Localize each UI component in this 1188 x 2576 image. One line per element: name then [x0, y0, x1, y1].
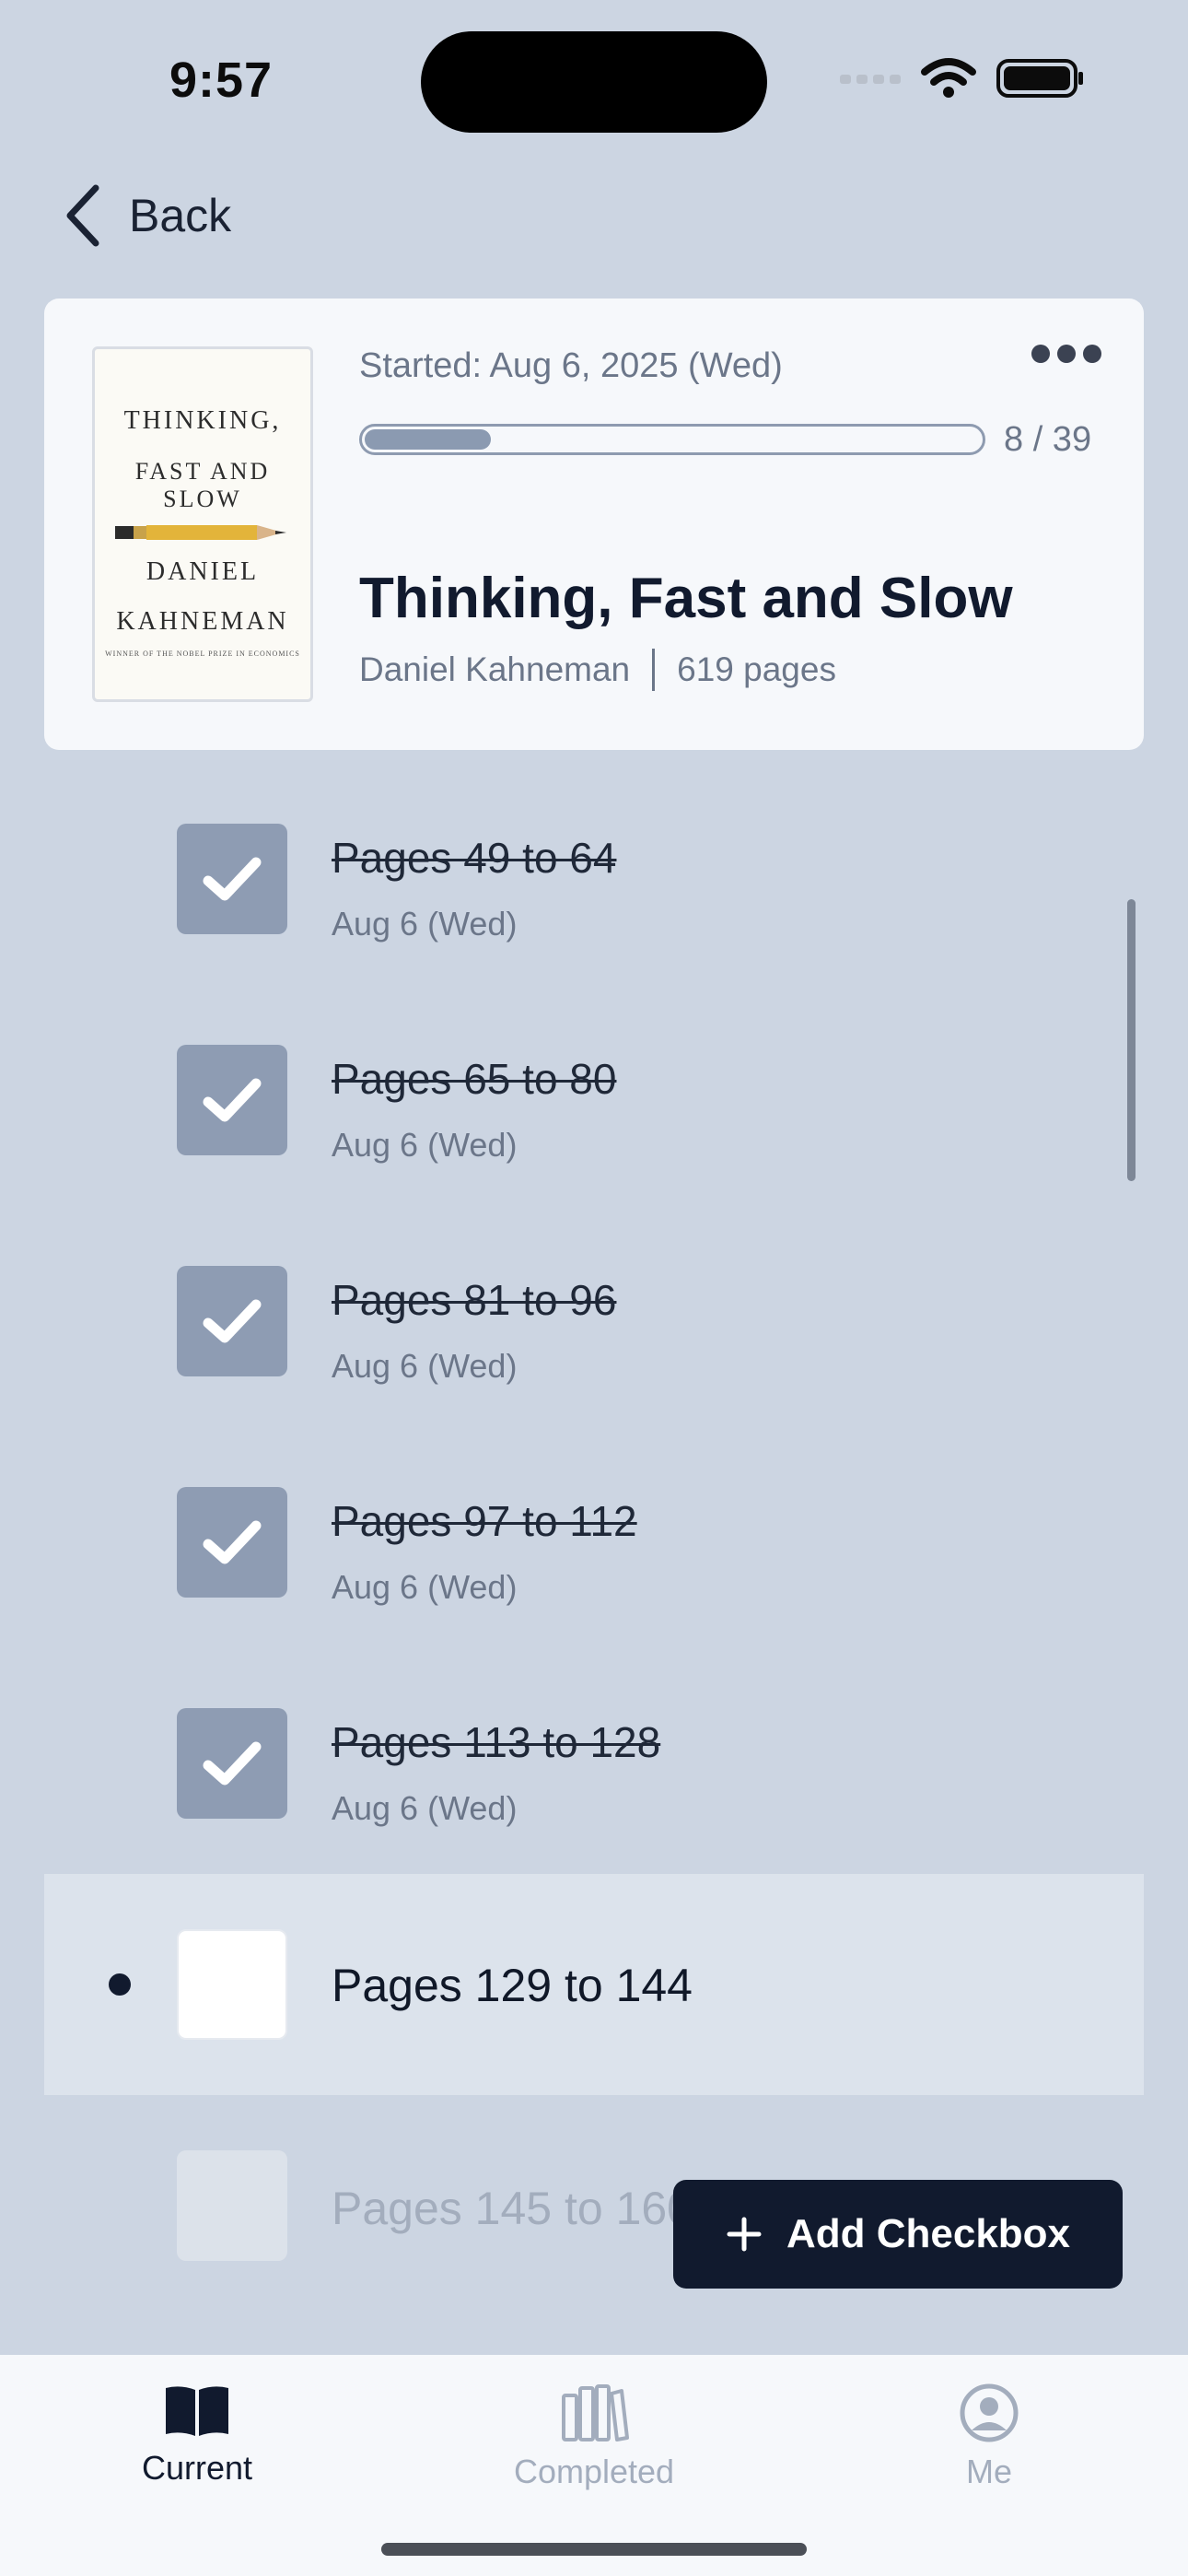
task-label: Pages 145 to 160 — [332, 2183, 693, 2234]
task-item[interactable]: Pages 81 to 96 Aug 6 (Wed) — [0, 1211, 1188, 1432]
add-checkbox-label: Add Checkbox — [786, 2211, 1071, 2256]
task-item[interactable]: Pages 65 to 80 Aug 6 (Wed) — [0, 989, 1188, 1211]
task-date: Aug 6 (Wed) — [332, 1347, 518, 1385]
checkbox-checked[interactable] — [177, 1266, 287, 1376]
reading-plan-screen: 9:57 Back THINKING, FAST AND SLOW DANIEL… — [0, 0, 1188, 2576]
checkbox-checked[interactable] — [177, 1045, 287, 1155]
tab-current[interactable]: Current — [59, 2383, 335, 2488]
user-profile-icon — [960, 2383, 1019, 2442]
tab-label: Completed — [513, 2453, 675, 2490]
open-book-icon — [166, 2386, 228, 2436]
add-checkbox-button[interactable]: Add Checkbox — [673, 2180, 1123, 2289]
checkmark-icon — [203, 857, 262, 901]
scrollbar[interactable] — [1127, 899, 1136, 1181]
checkmark-icon — [203, 1299, 262, 1343]
battery-icon — [996, 59, 1083, 98]
back-label: Back — [129, 190, 232, 241]
task-label: Pages 97 to 112 — [332, 1497, 637, 1545]
cover-title-line-2: FAST AND SLOW — [134, 458, 271, 512]
home-indicator — [381, 2543, 807, 2556]
task-item[interactable]: Pages 49 to 64 Aug 6 (Wed) — [0, 768, 1188, 989]
task-label: Pages 81 to 96 — [332, 1276, 617, 1324]
progress-fill — [365, 429, 491, 450]
tab-label: Me — [965, 2453, 1012, 2490]
task-label: Pages 113 to 128 — [332, 1718, 661, 1766]
book-author: Daniel Kahneman — [359, 650, 631, 688]
tab-label: Current — [141, 2449, 253, 2487]
plus-icon — [727, 2217, 762, 2252]
checkmark-icon — [203, 1078, 262, 1122]
wifi-icon — [921, 58, 976, 98]
current-indicator-dot — [109, 1973, 131, 1996]
tab-me[interactable]: Me — [851, 2383, 1127, 2491]
cover-author-line-1: DANIEL — [146, 557, 260, 586]
task-label: Pages 49 to 64 — [332, 834, 617, 882]
pencil-icon — [115, 525, 286, 540]
more-options-icon[interactable] — [1031, 345, 1101, 363]
book-card: THINKING, FAST AND SLOW DANIEL KAHNEMAN … — [44, 299, 1144, 750]
status-icons — [840, 57, 1085, 100]
book-pages: 619 pages — [677, 650, 836, 688]
tab-completed[interactable]: Completed — [456, 2383, 732, 2491]
task-label: Pages 129 to 144 — [332, 1960, 693, 2011]
book-meta: Daniel Kahneman 619 pages — [359, 649, 836, 691]
task-item[interactable]: Pages 97 to 112 Aug 6 (Wed) — [0, 1432, 1188, 1653]
cover-title-line-1: THINKING, — [123, 406, 282, 435]
bookshelf-icon — [562, 2384, 629, 2441]
cover-author-line-2: KAHNEMAN — [116, 607, 289, 636]
checkbox-unchecked[interactable] — [177, 1929, 287, 2040]
started-date: Started: Aug 6, 2025 (Wed) — [359, 346, 783, 385]
task-date: Aug 6 (Wed) — [332, 905, 518, 943]
back-button[interactable]: Back — [64, 184, 231, 247]
checkbox-checked[interactable] — [177, 824, 287, 934]
task-date: Aug 6 (Wed) — [332, 1789, 518, 1827]
book-cover: THINKING, FAST AND SLOW DANIEL KAHNEMAN … — [92, 346, 313, 702]
checkmark-icon — [203, 1520, 262, 1564]
checkmark-icon — [203, 1741, 262, 1786]
book-title: Thinking, Fast and Slow — [359, 567, 1013, 630]
progress-count: 8 / 39 — [1004, 420, 1092, 459]
task-date: Aug 6 (Wed) — [332, 1126, 518, 1164]
cover-subtext: WINNER OF THE NOBEL PRIZE IN ECONOMICS — [105, 650, 300, 658]
task-item[interactable]: Pages 113 to 128 Aug 6 (Wed) — [0, 1653, 1188, 1874]
checkbox-disabled[interactable] — [177, 2150, 287, 2261]
cellular-signal-icon — [840, 75, 901, 84]
meta-divider — [652, 649, 656, 691]
task-date: Aug 6 (Wed) — [332, 1568, 518, 1606]
checkbox-checked[interactable] — [177, 1487, 287, 1598]
chevron-left-icon — [66, 184, 99, 247]
checkbox-checked[interactable] — [177, 1708, 287, 1819]
progress-bar — [359, 424, 985, 455]
task-item-current[interactable]: Pages 129 to 144 — [44, 1874, 1144, 2095]
status-time: 9:57 — [169, 53, 274, 108]
task-label: Pages 65 to 80 — [332, 1055, 617, 1103]
dynamic-island — [421, 31, 767, 133]
